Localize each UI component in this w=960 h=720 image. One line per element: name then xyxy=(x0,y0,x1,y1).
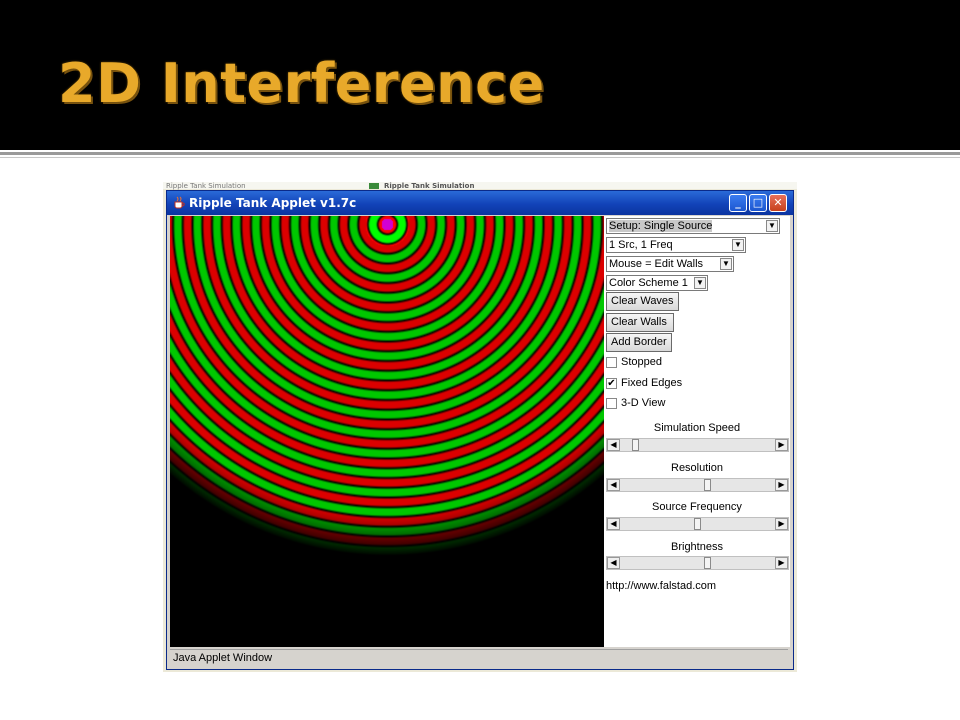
chevron-down-icon[interactable]: ▼ xyxy=(766,220,778,232)
java-cup-icon xyxy=(174,196,185,209)
three-d-view-label: 3-D View xyxy=(621,397,666,409)
add-border-button[interactable]: Add Border xyxy=(606,333,672,352)
close-button[interactable]: ✕ xyxy=(769,194,787,212)
slider-thumb[interactable] xyxy=(631,439,639,451)
fixed-edges-label: Fixed Edges xyxy=(621,377,683,389)
background-window-icon xyxy=(369,183,379,189)
brightness-slider[interactable]: ◀ ▶ xyxy=(606,556,789,570)
applet-client-area: Setup: Single Source ▼ 1 Src, 1 Freq ▼ M… xyxy=(170,216,790,647)
stopped-checkbox[interactable] xyxy=(606,357,617,368)
applet-window: Ripple Tank Applet v1.7c _ □ ✕ Setup: Si… xyxy=(166,190,794,670)
source-frequency-label: Source Frequency xyxy=(652,501,742,513)
minimize-button[interactable]: _ xyxy=(729,194,747,212)
scroll-left-icon[interactable]: ◀ xyxy=(607,557,620,569)
slider-thumb[interactable] xyxy=(704,479,712,491)
scroll-right-icon[interactable]: ▶ xyxy=(775,479,788,491)
control-panel: Setup: Single Source ▼ 1 Src, 1 Freq ▼ M… xyxy=(604,216,790,647)
source-frequency-slider[interactable]: ◀ ▶ xyxy=(606,517,789,531)
resolution-slider[interactable]: ◀ ▶ xyxy=(606,478,789,492)
resolution-label: Resolution xyxy=(671,462,723,474)
simulation-speed-label: Simulation Speed xyxy=(653,422,741,434)
sources-dropdown[interactable]: 1 Src, 1 Freq ▼ xyxy=(606,237,746,253)
scroll-left-icon[interactable]: ◀ xyxy=(607,518,620,530)
mouse-mode-value: Mouse = Edit Walls xyxy=(609,258,704,270)
scroll-right-icon[interactable]: ▶ xyxy=(775,557,788,569)
maximize-button[interactable]: □ xyxy=(749,194,767,212)
stopped-label: Stopped xyxy=(621,356,662,368)
simulation-speed-slider[interactable]: ◀ ▶ xyxy=(606,438,789,452)
sources-value: 1 Src, 1 Freq xyxy=(609,239,673,251)
status-text: Java Applet Window xyxy=(173,652,273,664)
background-window-title: Ripple Tank Simulation xyxy=(166,182,246,190)
three-d-view-checkbox[interactable] xyxy=(606,398,617,409)
scroll-right-icon[interactable]: ▶ xyxy=(775,518,788,530)
background-window-strip xyxy=(163,182,797,189)
color-scheme-dropdown[interactable]: Color Scheme 1 ▼ xyxy=(606,275,708,291)
clear-waves-button[interactable]: Clear Waves xyxy=(606,292,679,311)
clear-walls-button[interactable]: Clear Walls xyxy=(606,313,674,332)
status-bar: Java Applet Window xyxy=(170,649,788,668)
scroll-right-icon[interactable]: ▶ xyxy=(775,439,788,451)
slide-title: 2D Interference xyxy=(58,52,545,115)
chevron-down-icon[interactable]: ▼ xyxy=(720,258,732,270)
scroll-left-icon[interactable]: ◀ xyxy=(607,439,620,451)
slider-thumb[interactable] xyxy=(694,518,701,530)
chevron-down-icon[interactable]: ▼ xyxy=(732,239,744,251)
mouse-mode-dropdown[interactable]: Mouse = Edit Walls ▼ xyxy=(606,256,734,272)
setup-value: Setup: Single Source xyxy=(609,220,713,232)
header-divider-thin xyxy=(0,157,960,158)
ripple-tank-canvas[interactable] xyxy=(170,216,604,647)
brightness-label: Brightness xyxy=(671,541,723,553)
window-title: Ripple Tank Applet v1.7c xyxy=(189,196,357,210)
setup-dropdown[interactable]: Setup: Single Source ▼ xyxy=(606,218,780,234)
fixed-edges-checkbox[interactable]: ✔ xyxy=(606,378,617,389)
chevron-down-icon[interactable]: ▼ xyxy=(694,277,706,289)
background-window-title-2: Ripple Tank Simulation xyxy=(384,182,475,190)
website-link[interactable]: http://www.falstad.com xyxy=(606,580,716,592)
header-divider xyxy=(0,152,960,155)
title-bar[interactable]: Ripple Tank Applet v1.7c _ □ ✕ xyxy=(167,191,793,215)
color-scheme-value: Color Scheme 1 xyxy=(609,277,688,289)
slider-thumb[interactable] xyxy=(704,557,712,569)
scroll-left-icon[interactable]: ◀ xyxy=(607,479,620,491)
